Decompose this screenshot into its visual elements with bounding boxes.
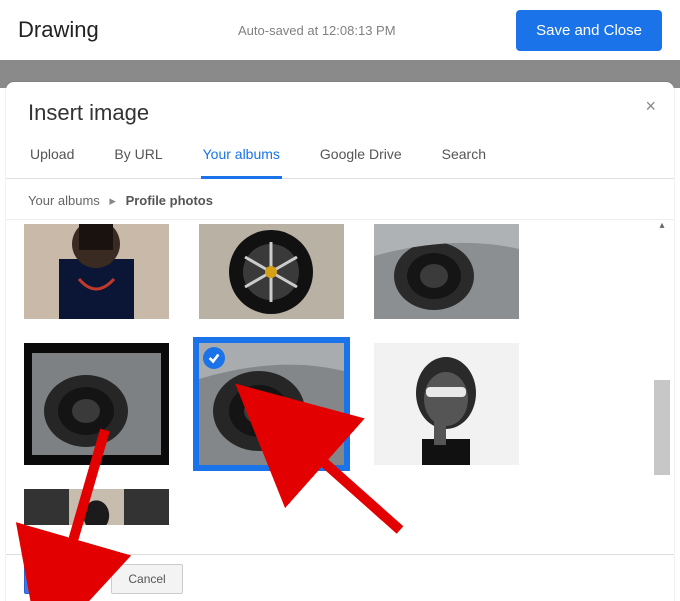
breadcrumb-current: Profile photos [126,193,213,208]
autosave-status: Auto-saved at 12:08:13 PM [218,23,516,38]
cancel-button[interactable]: Cancel [111,564,182,594]
app-title: Drawing [18,17,218,43]
close-icon[interactable]: × [645,96,656,117]
thumb-portrait-woman-glasses-bw[interactable] [374,343,519,465]
breadcrumb: Your albums ▸ Profile photos [6,179,674,219]
scrollbar[interactable]: ▴ [654,220,670,601]
tab-upload[interactable]: Upload [28,134,76,178]
select-button[interactable]: Select [24,564,93,594]
thumb-car-headlight-1[interactable] [374,224,519,319]
tab-your-albums[interactable]: Your albums [201,134,282,179]
scroll-thumb[interactable] [654,380,670,475]
breadcrumb-separator-icon: ▸ [103,193,122,208]
thumb-row [24,343,650,465]
top-bar: Drawing Auto-saved at 12:08:13 PM Save a… [0,0,680,60]
insert-image-dialog: × Insert image Upload By URL Your albums… [6,82,674,601]
tab-search[interactable]: Search [440,134,488,178]
dialog-footer: Select Cancel [6,555,674,601]
thumbnail-area: ▴ [6,219,674,601]
thumb-car-headlight-3-selected[interactable] [199,343,344,465]
thumb-car-headlight-2[interactable] [24,343,169,465]
dialog-title: Insert image [28,100,652,126]
thumb-portrait-partial[interactable] [24,489,169,525]
tab-by-url[interactable]: By URL [112,134,164,178]
thumb-row [24,224,650,319]
tab-bar: Upload By URL Your albums Google Drive S… [6,134,674,179]
breadcrumb-root[interactable]: Your albums [28,193,100,208]
thumbnail-grid [24,220,650,601]
thumb-row [24,489,650,525]
selected-check-icon [203,347,225,369]
thumb-portrait-woman-necklace[interactable] [24,224,169,319]
dialog-header: Insert image [6,82,674,134]
thumb-car-wheel[interactable] [199,224,344,319]
tab-google-drive[interactable]: Google Drive [318,134,404,178]
save-and-close-button[interactable]: Save and Close [516,10,662,51]
